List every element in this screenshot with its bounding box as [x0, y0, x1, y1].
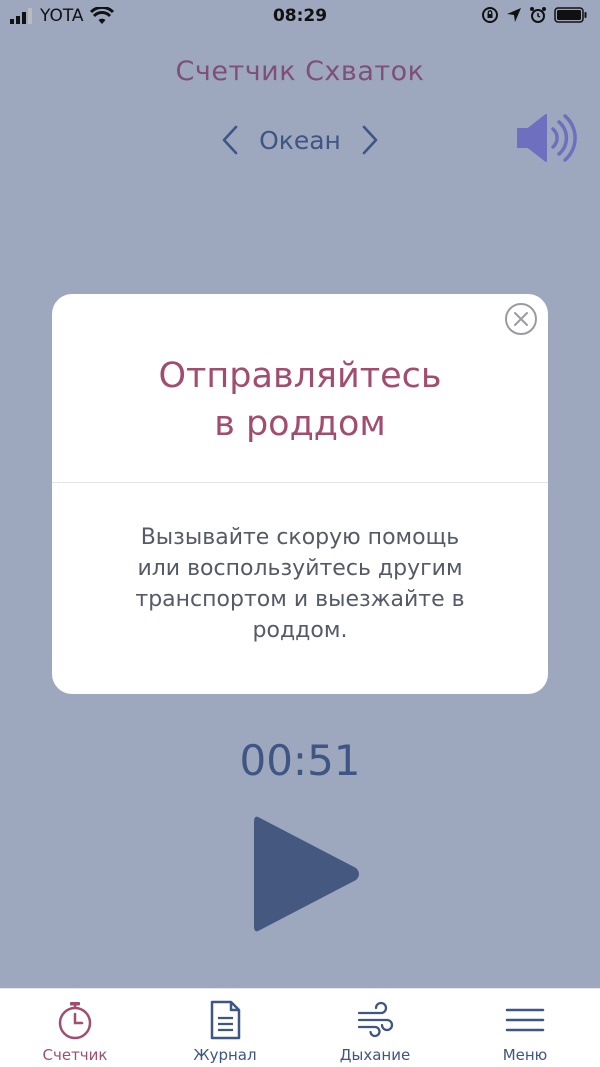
alarm-icon: [530, 7, 546, 23]
stopwatch-icon: [58, 1002, 92, 1040]
dialog-message-line: транспортом и выезжайте в: [135, 587, 465, 612]
wind-icon: [357, 1001, 394, 1038]
dialog-message: Вызывайте скорую помощь или воспользуйте…: [92, 522, 508, 646]
app-title: Счетчик Схваток: [175, 56, 425, 87]
orientation-lock-icon: [482, 7, 498, 23]
sound-name: Океан: [259, 125, 341, 155]
battery-icon: [554, 7, 587, 23]
play-icon: [254, 816, 359, 932]
tab-label: Дыхание: [339, 1046, 411, 1064]
dialog-title-line: в роддом: [214, 404, 386, 444]
previous-sound-button[interactable]: [219, 123, 241, 157]
menu-icon: [505, 1008, 545, 1032]
speaker-icon: [517, 114, 577, 162]
chevron-right-icon: [362, 125, 378, 155]
main-screen: YOTA 08:29 Счетчик Схваток Океан Отправл…: [0, 0, 600, 988]
go-to-hospital-dialog: Отправляйтесь в роддом Вызывайте скорую …: [52, 294, 548, 694]
dialog-title-line: Отправляйтесь: [158, 356, 442, 396]
tab-menu[interactable]: Меню: [450, 989, 600, 1067]
status-right: [481, 6, 588, 24]
dialog-message-line: роддом.: [252, 618, 348, 643]
dialog-message-line: или воспользуйтесь другим: [137, 556, 463, 581]
chevron-left-icon: [222, 125, 238, 155]
play-button[interactable]: [250, 810, 366, 938]
sound-toggle-button[interactable]: [514, 110, 578, 166]
contraction-timer: 00:51: [239, 736, 361, 785]
dialog-message-line: Вызывайте скорую помощь: [140, 525, 460, 550]
close-dialog-button[interactable]: [504, 302, 538, 336]
tab-label: Меню: [502, 1046, 548, 1064]
document-icon: [210, 1000, 241, 1040]
tab-bar: Счетчик Журнал Дыхание Меню: [0, 988, 600, 1067]
tab-label: Счетчик: [42, 1046, 108, 1064]
location-arrow-icon: [507, 8, 521, 22]
tab-journal[interactable]: Журнал: [150, 989, 300, 1067]
status-bar: YOTA 08:29: [0, 0, 600, 34]
tab-counter[interactable]: Счетчик: [0, 989, 150, 1067]
dialog-title: Отправляйтесь в роддом: [52, 352, 548, 448]
dialog-divider: [52, 482, 548, 483]
sound-selector: Океан: [0, 120, 600, 160]
close-icon: [505, 303, 537, 335]
next-sound-button[interactable]: [359, 123, 381, 157]
tab-breathing[interactable]: Дыхание: [300, 989, 450, 1067]
tab-label: Журнал: [193, 1046, 257, 1064]
